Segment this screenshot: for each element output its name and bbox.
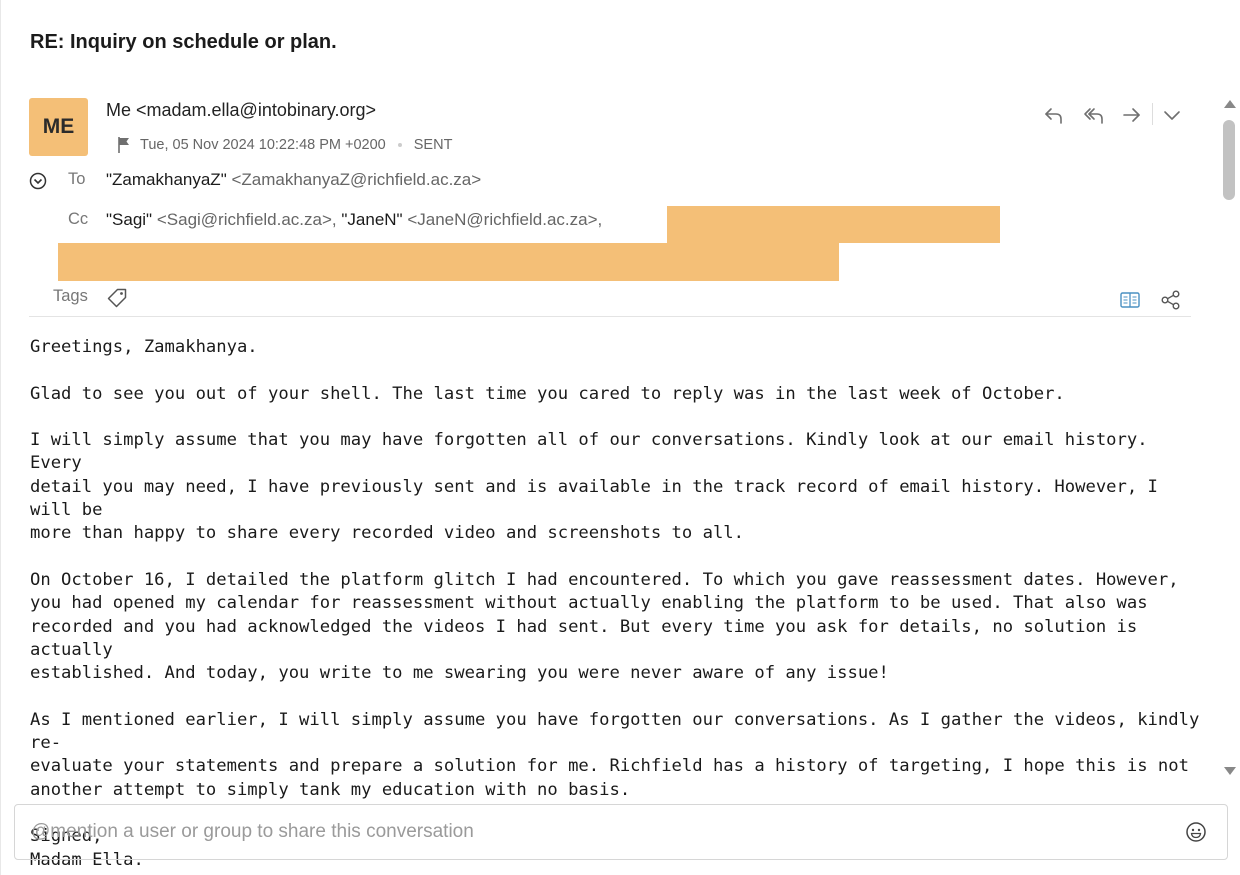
email-date: Tue, 05 Nov 2024 10:22:48 PM +0200 xyxy=(140,137,386,153)
separator-dot xyxy=(397,143,402,147)
to-recipients[interactable]: "ZamakhanyaZ" <ZamakhanyaZ@richfield.ac.… xyxy=(106,170,481,190)
cc-recipients[interactable]: "Sagi" <Sagi@richfield.ac.za>, "JaneN" <… xyxy=(106,210,602,230)
emoji-icon[interactable] xyxy=(1185,821,1207,843)
chevron-down-icon[interactable] xyxy=(1160,103,1184,127)
cc-separator: , xyxy=(597,210,603,229)
tag-icon[interactable] xyxy=(106,287,128,309)
collapse-circle-icon[interactable] xyxy=(29,172,47,190)
cc-separator: , xyxy=(331,210,342,229)
cc-email: <Sagi@richfield.ac.za> xyxy=(156,210,332,229)
cc-name: "Sagi" xyxy=(106,210,153,229)
share-composer xyxy=(14,804,1228,860)
status-badge: SENT xyxy=(413,137,453,153)
redaction-block xyxy=(667,206,1000,243)
share-icon[interactable] xyxy=(1160,289,1182,311)
avatar: ME xyxy=(29,98,88,156)
cc-name: "JaneN" xyxy=(341,210,403,229)
reply-all-icon[interactable] xyxy=(1082,103,1106,127)
pane-border xyxy=(0,0,1,875)
cc-label: Cc xyxy=(68,210,89,228)
email-meta: Tue, 05 Nov 2024 10:22:48 PM +0200 SENT xyxy=(116,136,452,154)
to-email: <ZamakhanyaZ@richfield.ac.za> xyxy=(231,170,482,189)
reader-view-icon[interactable] xyxy=(1119,289,1141,311)
reply-icon[interactable] xyxy=(1042,103,1066,127)
sender[interactable]: Me <madam.ella@intobinary.org> xyxy=(106,100,376,121)
to-label: To xyxy=(68,170,86,188)
toolbar-divider xyxy=(1152,103,1153,125)
mention-input[interactable] xyxy=(31,805,1171,859)
redaction-block xyxy=(58,243,839,281)
scroll-up-arrow-icon[interactable] xyxy=(1224,100,1236,108)
email-body: Greetings, Zamakhanya. Glad to see you o… xyxy=(30,337,1200,870)
to-name: "ZamakhanyaZ" xyxy=(106,170,227,189)
cc-email: <JaneN@richfield.ac.za> xyxy=(407,210,598,229)
tags-label: Tags xyxy=(53,287,88,305)
header-divider xyxy=(29,316,1191,317)
forward-icon[interactable] xyxy=(1120,103,1144,127)
scrollbar-thumb[interactable] xyxy=(1223,120,1235,200)
email-subject: RE: Inquiry on schedule or plan. xyxy=(30,31,337,53)
scroll-down-arrow-icon[interactable] xyxy=(1224,767,1236,775)
flag-icon[interactable] xyxy=(116,136,132,154)
